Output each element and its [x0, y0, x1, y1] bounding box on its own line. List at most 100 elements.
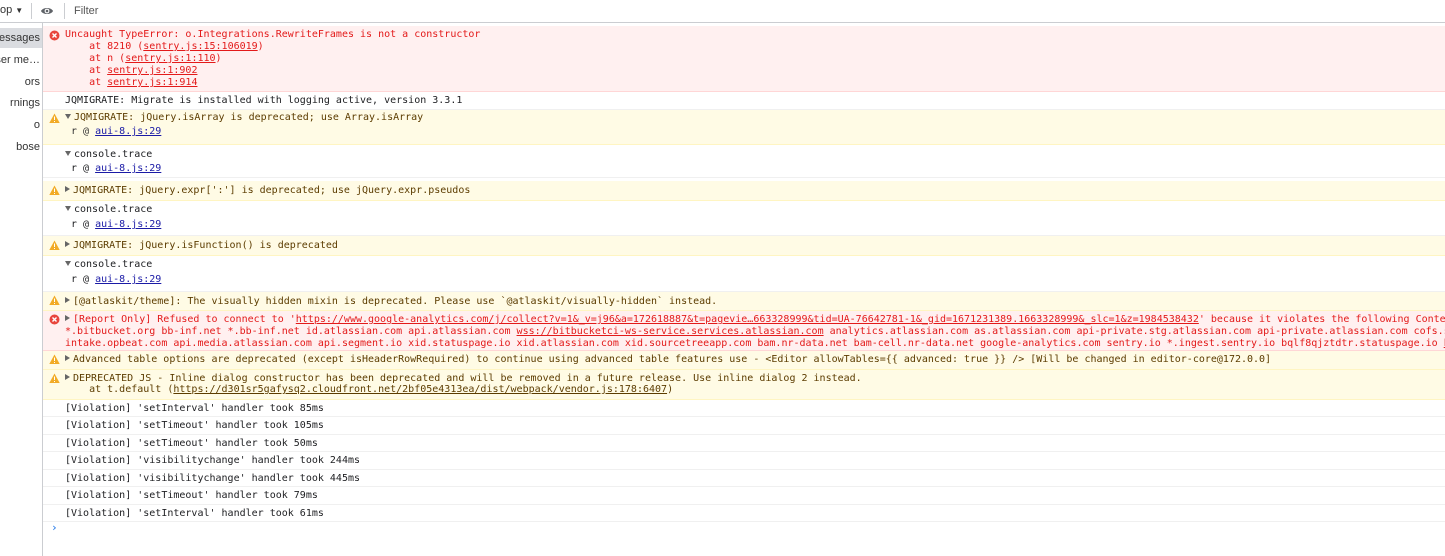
sidebar-item-warnings[interactable]: rnings — [0, 93, 42, 113]
source-link[interactable]: aui-8.js:29 — [95, 163, 161, 174]
call-site: r @ aui-8.js:29 — [71, 219, 162, 230]
violation-text: [Violation] 'setInterval' handler took 6… — [65, 508, 324, 519]
error-text: Uncaught TypeError: o.Integrations.Rewri… — [65, 29, 481, 40]
violation-text: [Violation] 'setTimeout' handler took 10… — [65, 420, 324, 431]
source-link[interactable]: aui-8.js:29 — [95, 219, 161, 230]
console-error-message: [Report Only] Refused to connect to 'htt… — [43, 311, 1445, 351]
eye-icon[interactable] — [40, 5, 54, 17]
stack-line: at t.default (https://d301sr5gafysq2.clo… — [65, 384, 674, 395]
error-text: intake.opbeat.com api.media.atlassian.co… — [65, 338, 1445, 350]
expand-arrow-icon[interactable] — [65, 241, 70, 247]
console-trace-message: console.trace r @ aui-8.js:29 — [43, 256, 1445, 292]
sidebar-item-label: ser me… — [0, 54, 40, 66]
console-violation-message: [Violation] 'setTimeout' handler took 10… — [43, 417, 1445, 435]
source-link[interactable]: sentry.js:1:110 — [125, 53, 215, 64]
expand-arrow-icon[interactable] — [65, 297, 70, 303]
sidebar-item-label: rnings — [10, 97, 40, 109]
warning-text[interactable]: JQMIGRATE: jQuery.expr[':'] is deprecate… — [65, 185, 470, 197]
console-prompt-icon[interactable]: › — [51, 521, 58, 534]
warning-icon — [49, 373, 60, 383]
call-site: r @ aui-8.js:29 — [71, 126, 162, 137]
warning-text[interactable]: [@atlaskit/theme]: The visually hidden m… — [65, 296, 717, 308]
console-warning-message: DEPRECATED JS - Inline dialog constructo… — [43, 370, 1445, 400]
warning-text[interactable]: JQMIGRATE: jQuery.isArray is deprecated;… — [65, 112, 423, 124]
warning-text[interactable]: JQMIGRATE: jQuery.isFunction() is deprec… — [65, 240, 338, 252]
stack-line: at n (sentry.js:1:110) — [65, 53, 222, 64]
violation-text: [Violation] 'visibilitychange' handler t… — [65, 473, 361, 484]
filter-input[interactable] — [70, 2, 978, 19]
sidebar-item-label: o — [33, 119, 40, 131]
sidebar-item-label: essages — [0, 32, 40, 44]
console-warning-message: [@atlaskit/theme]: The visually hidden m… — [43, 292, 1445, 311]
stack-line: at sentry.js:1:914 — [65, 77, 198, 88]
console-messages: Uncaught TypeError: o.Integrations.Rewri… — [43, 23, 1445, 556]
sidebar-item-messages[interactable]: essages — [0, 28, 42, 48]
expand-arrow-icon[interactable] — [65, 186, 70, 192]
expand-arrow-icon[interactable] — [65, 206, 71, 211]
warning-text[interactable]: Advanced table options are deprecated (e… — [65, 354, 1271, 366]
trace-text[interactable]: console.trace — [65, 204, 152, 216]
sidebar-item-label: ors — [24, 76, 40, 88]
warning-icon — [49, 240, 60, 250]
call-site: r @ aui-8.js:29 — [71, 274, 162, 285]
source-link[interactable]: sentry.js:1:914 — [107, 77, 197, 88]
source-link[interactable]: aui-8.js:29 — [95, 274, 161, 285]
console-error-message: Uncaught TypeError: o.Integrations.Rewri… — [43, 26, 1445, 92]
trace-text[interactable]: console.trace — [65, 149, 152, 161]
expand-arrow-icon[interactable] — [65, 114, 71, 119]
console-violation-message: [Violation] 'setTimeout' handler took 79… — [43, 487, 1445, 505]
console-sidebar: essages ser me… ors rnings o bose — [0, 23, 43, 556]
error-text: *.bitbucket.org bb-inf.net *.bb-inf.net … — [65, 326, 1445, 337]
console-warning-message: Advanced table options are deprecated (e… — [43, 351, 1445, 370]
violation-text: [Violation] 'visibilitychange' handler t… — [65, 455, 361, 466]
trace-text[interactable]: console.trace — [65, 259, 152, 271]
console-violation-message: [Violation] 'visibilitychange' handler t… — [43, 470, 1445, 487]
error-text[interactable]: [Report Only] Refused to connect to 'htt… — [65, 314, 1445, 326]
console-warning-message: JQMIGRATE: jQuery.isArray is deprecated;… — [43, 110, 1445, 145]
dropdown-arrow-icon: ▼ — [15, 6, 24, 15]
context-label: op — [0, 4, 13, 16]
warning-icon — [49, 185, 60, 195]
violation-text: [Violation] 'setInterval' handler took 8… — [65, 403, 324, 414]
stack-line: at sentry.js:1:902 — [65, 65, 198, 76]
expand-arrow-icon[interactable] — [65, 315, 70, 321]
violation-text: [Violation] 'setTimeout' handler took 79… — [65, 490, 318, 501]
console-warning-message: JQMIGRATE: jQuery.expr[':'] is deprecate… — [43, 181, 1445, 201]
console-log-message: JQMIGRATE: Migrate is installed with log… — [43, 93, 1445, 110]
toolbar-divider — [31, 3, 32, 19]
call-site: r @ aui-8.js:29 — [71, 163, 162, 174]
console-warning-message: JQMIGRATE: jQuery.isFunction() is deprec… — [43, 236, 1445, 256]
sidebar-item-verbose[interactable]: bose — [0, 137, 42, 157]
expand-arrow-icon[interactable] — [65, 374, 70, 380]
warning-icon — [49, 113, 60, 123]
console-violation-message: [Violation] 'setTimeout' handler took 50… — [43, 435, 1445, 452]
source-link[interactable]: https://d301sr5gafysq2.cloudfront.net/2b… — [173, 384, 667, 395]
sidebar-item-label: bose — [16, 141, 40, 153]
error-icon — [49, 30, 60, 41]
console-trace-message: console.trace r @ aui-8.js:29 — [43, 201, 1445, 236]
stack-line: at 8210 (sentry.js:15:106019) — [65, 41, 264, 52]
source-link[interactable]: aui-8.js:29 — [95, 126, 161, 137]
console-violation-message: [Violation] 'setInterval' handler took 8… — [43, 400, 1445, 417]
sidebar-item-info[interactable]: o — [0, 115, 42, 135]
violation-text: [Violation] 'setTimeout' handler took 50… — [65, 438, 318, 449]
error-icon — [49, 314, 60, 325]
warning-icon — [49, 354, 60, 364]
source-link[interactable]: sentry.js:1:902 — [107, 65, 197, 76]
expand-arrow-icon[interactable] — [65, 355, 70, 361]
source-link[interactable]: sentry.js:15:106019 — [143, 41, 257, 52]
log-text: JQMIGRATE: Migrate is installed with log… — [65, 95, 463, 106]
url-link[interactable]: wss://bitbucketci-ws-service.services.at… — [517, 326, 824, 337]
console-violation-message: [Violation] 'setInterval' handler took 6… — [43, 505, 1445, 522]
warning-icon — [49, 295, 60, 305]
context-selector[interactable]: op ▼ — [0, 4, 23, 16]
console-toolbar: op ▼ — [0, 0, 1445, 23]
console-trace-message: console.trace r @ aui-8.js:29 — [43, 145, 1445, 178]
sidebar-item-errors[interactable]: ors — [0, 72, 42, 92]
toolbar-divider — [64, 3, 65, 19]
expand-arrow-icon[interactable] — [65, 261, 71, 266]
console-violation-message: [Violation] 'visibilitychange' handler t… — [43, 452, 1445, 470]
url-link[interactable]: https://www.google-analytics.com/j/colle… — [296, 314, 1199, 325]
sidebar-item-user-messages[interactable]: ser me… — [0, 50, 42, 70]
expand-arrow-icon[interactable] — [65, 151, 71, 156]
